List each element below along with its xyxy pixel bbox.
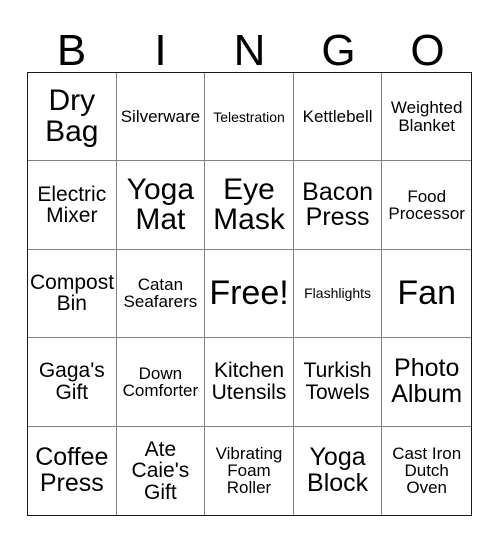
bingo-cell-label: Catan Seafarers bbox=[123, 275, 198, 312]
bingo-header-letter-b: B bbox=[27, 20, 116, 76]
bingo-cell-label: Compost Bin bbox=[30, 271, 115, 316]
bingo-header-letter-text: G bbox=[321, 26, 356, 76]
bingo-cell[interactable]: Ate Caie's Gift bbox=[116, 426, 206, 515]
bingo-cell[interactable]: Down Comforter bbox=[116, 338, 206, 427]
bingo-header-letter-n: N bbox=[205, 20, 294, 76]
bingo-free-space[interactable]: Free! bbox=[205, 249, 294, 339]
bingo-cell-label: Gaga's Gift bbox=[38, 359, 105, 404]
bingo-cell-label: Dry Bag bbox=[45, 84, 99, 148]
bingo-cell[interactable]: Vibrating Foam Roller bbox=[205, 426, 294, 515]
bingo-header-row: BINGO bbox=[27, 20, 472, 76]
bingo-cell-label: Yoga Mat bbox=[126, 172, 195, 237]
bingo-cell[interactable]: Photo Album bbox=[382, 338, 471, 427]
bingo-cell[interactable]: Fan bbox=[382, 249, 471, 339]
bingo-cell-label: Kitchen Utensils bbox=[211, 359, 287, 404]
bingo-cell[interactable]: Weighted Blanket bbox=[382, 73, 471, 162]
bingo-cell[interactable]: Catan Seafarers bbox=[116, 249, 206, 339]
bingo-cell-label: Down Comforter bbox=[122, 363, 199, 400]
bingo-cell[interactable]: Gaga's Gift bbox=[28, 338, 117, 427]
bingo-cell-label: Electric Mixer bbox=[37, 182, 107, 228]
bingo-cell-label: Flashlights bbox=[304, 285, 372, 302]
bingo-cell[interactable]: Turkish Towels bbox=[293, 338, 383, 427]
bingo-cell[interactable]: Compost Bin bbox=[28, 249, 117, 339]
bingo-cell[interactable]: Kettlebell bbox=[293, 73, 383, 162]
bingo-header-letter-text: I bbox=[154, 26, 167, 76]
bingo-header-letter-i: I bbox=[116, 20, 205, 76]
bingo-cell-label: Coffee Press bbox=[35, 443, 109, 497]
bingo-cell-label: Silverware bbox=[120, 107, 201, 127]
bingo-header-letter-o: O bbox=[383, 20, 472, 76]
bingo-cell[interactable]: Electric Mixer bbox=[28, 161, 117, 250]
bingo-cell-label: Telestration bbox=[213, 108, 285, 125]
bingo-cell[interactable]: Yoga Mat bbox=[116, 161, 206, 250]
bingo-cell[interactable]: Telestration bbox=[205, 73, 294, 162]
bingo-header-letter-text: N bbox=[233, 26, 266, 76]
bingo-cell-label: Weighted Blanket bbox=[390, 98, 463, 135]
bingo-cell[interactable]: Bacon Press bbox=[293, 161, 383, 250]
bingo-header-letter-text: B bbox=[56, 26, 87, 76]
bingo-cell-label: Eye Mask bbox=[213, 172, 285, 237]
bingo-cell-label: Food Processor bbox=[388, 186, 465, 224]
bingo-cell[interactable]: Kitchen Utensils bbox=[205, 338, 294, 427]
bingo-cell-label: Bacon Press bbox=[302, 177, 374, 232]
bingo-cell-label: Turkish Towels bbox=[303, 359, 372, 404]
bingo-card: B I N G O Dry Bag Silverware Telestration Kettl… bbox=[0, 0, 500, 544]
bingo-cell-label: Cast Iron Dutch Oven bbox=[392, 443, 462, 498]
bingo-cell[interactable]: Eye Mask bbox=[205, 161, 294, 250]
bingo-cell[interactable]: Yoga Block bbox=[293, 426, 383, 515]
bingo-grid: Dry Bag Silverware Telestration Kettlebell W… bbox=[27, 72, 472, 516]
bingo-cell-label: Kettlebell bbox=[302, 107, 373, 127]
bingo-cell-label: Ate Caie's Gift bbox=[131, 437, 190, 504]
bingo-cell[interactable]: Flashlights bbox=[293, 249, 383, 339]
bingo-cell[interactable]: Silverware bbox=[116, 73, 206, 162]
bingo-cell-label: Free! bbox=[209, 274, 289, 313]
bingo-cell[interactable]: Cast Iron Dutch Oven bbox=[382, 426, 471, 515]
bingo-header-letter-text: O bbox=[410, 26, 445, 76]
bingo-header-letter-g: G bbox=[294, 20, 383, 76]
bingo-cell[interactable]: Dry Bag bbox=[28, 73, 117, 162]
bingo-cell[interactable]: Food Processor bbox=[382, 161, 471, 250]
bingo-cell-label: Photo Album bbox=[391, 354, 463, 408]
bingo-cell[interactable]: Coffee Press bbox=[28, 426, 117, 515]
bingo-cell-label: Yoga Block bbox=[307, 443, 369, 497]
bingo-cell-label: Fan bbox=[397, 274, 456, 313]
bingo-cell-label: Vibrating Foam Roller bbox=[215, 443, 283, 498]
